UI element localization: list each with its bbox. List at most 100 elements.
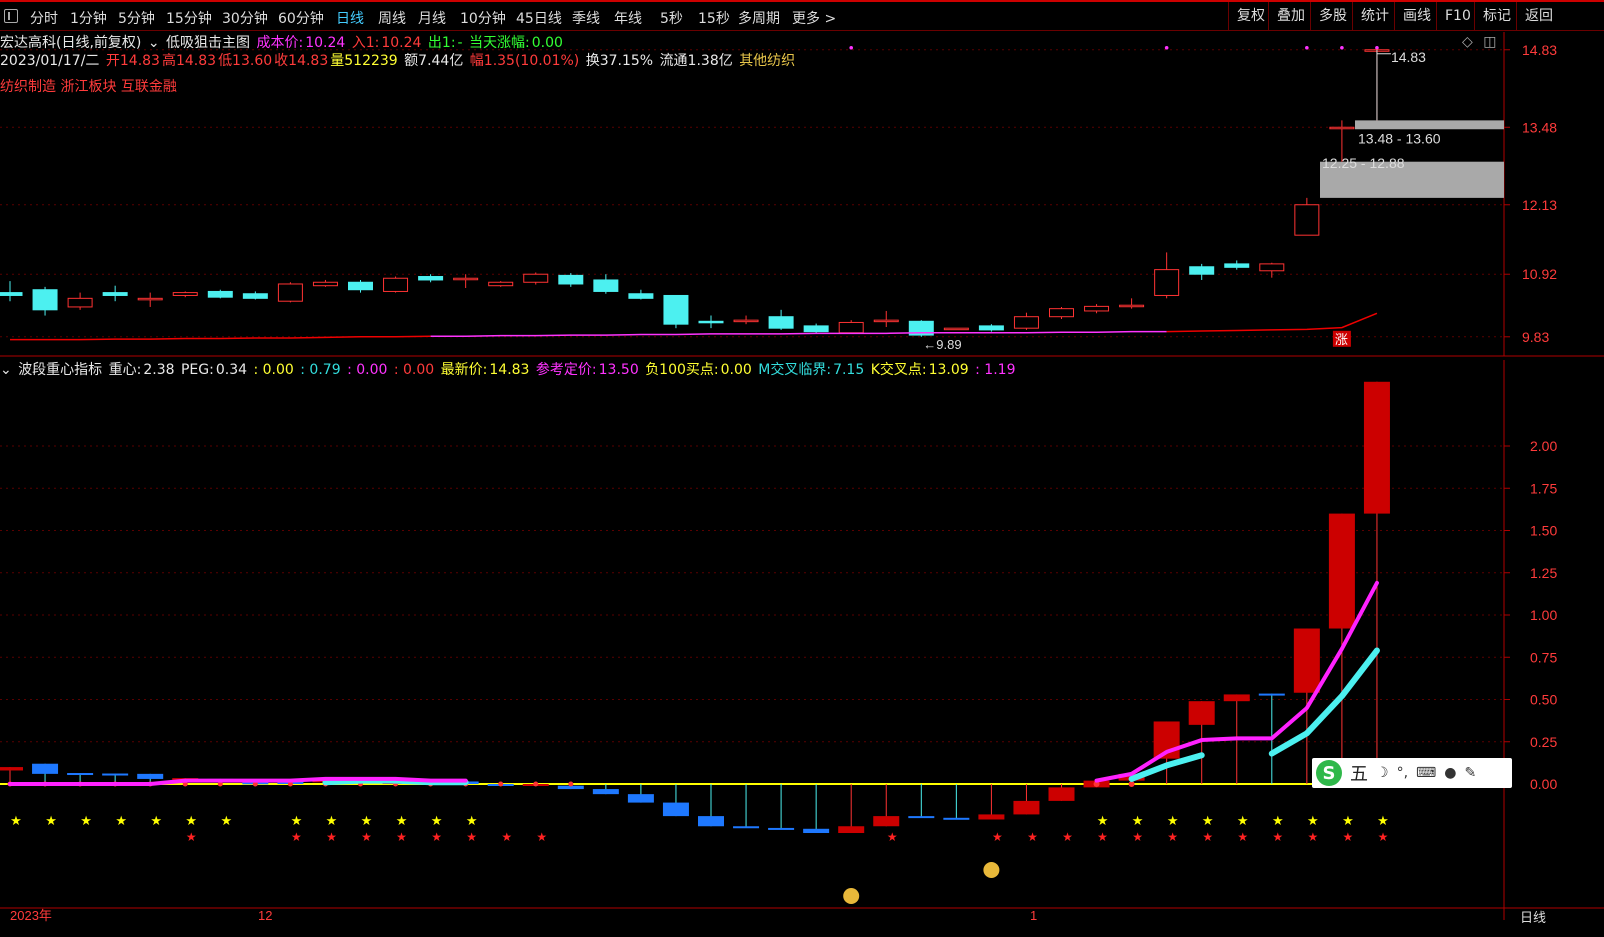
high-mark-label: 14.83 <box>1391 49 1426 65</box>
candle-body <box>1049 308 1074 318</box>
yellow-star-marker: ★ <box>10 814 22 829</box>
ime-toolbar[interactable]: S 五 ☽ °, ⌨ ● ✎ <box>1312 758 1512 788</box>
candle-body <box>733 319 759 323</box>
yellow-star-marker: ★ <box>115 814 127 829</box>
candle-body <box>137 297 163 301</box>
indicator-bar <box>1328 513 1355 629</box>
candle-body <box>663 294 689 325</box>
candle-body <box>768 316 794 329</box>
candle-body <box>698 320 724 324</box>
candlestick-chart[interactable]: 14.83 13.48 12.13 10.92 9.83 13.48 - 13.60 12.… <box>0 0 1604 360</box>
ime-mode[interactable]: 五 <box>1350 760 1368 786</box>
yellow-star-marker: ★ <box>1237 814 1249 829</box>
indicator-bar <box>1188 701 1215 725</box>
red-star-marker: ★ <box>992 830 1003 844</box>
yellow-star-marker: ★ <box>431 814 443 829</box>
candle-body <box>418 276 444 281</box>
red-star-marker: ★ <box>396 830 407 844</box>
red-star-marker: ★ <box>1237 830 1248 844</box>
candle-body <box>488 281 514 287</box>
candle-body <box>67 297 93 308</box>
wrench-icon[interactable]: ✎ <box>1464 765 1476 781</box>
cyan-line <box>1268 647 1380 757</box>
time-label: 12 <box>258 908 272 923</box>
indicator-bar <box>1013 800 1040 815</box>
indicator-bar <box>1293 628 1320 693</box>
punctuation-icon[interactable]: °, <box>1397 765 1408 781</box>
yellow-star-marker: ★ <box>45 814 57 829</box>
indicator-bar <box>1258 693 1285 696</box>
candle-body <box>277 283 303 302</box>
red-star-marker: ★ <box>1167 830 1178 844</box>
candle-body <box>383 277 409 292</box>
indicator-bar <box>592 789 619 795</box>
limit-up-badge: 涨 <box>1335 333 1348 348</box>
money-bag-icon <box>983 862 1000 878</box>
indicator-bar <box>908 816 935 819</box>
time-label: 2023年 <box>10 908 52 923</box>
red-star-marker: ★ <box>326 830 337 844</box>
zero-dot <box>498 781 504 787</box>
yellow-star-marker: ★ <box>1342 814 1354 829</box>
red-star-marker: ★ <box>536 830 547 844</box>
indicator-tick-label: 1.75 <box>1530 480 1557 496</box>
yellow-star-marker: ★ <box>466 814 478 829</box>
yellow-star-marker: ★ <box>326 814 338 829</box>
signal-dot <box>1305 45 1309 50</box>
indicator-bar <box>0 767 23 771</box>
yellow-star-marker: ★ <box>1202 814 1214 829</box>
indicator-chart[interactable]: 2.001.751.501.251.000.750.500.250.00★ ★ ★ ★… <box>0 360 1604 937</box>
red-star-marker: ★ <box>186 830 197 844</box>
candle-body <box>102 292 128 296</box>
keyboard-icon[interactable]: ⌨ <box>1416 765 1436 781</box>
candle-body <box>207 290 233 298</box>
zero-dot <box>533 781 539 787</box>
candle-body <box>32 289 58 311</box>
low-mark-label: ←9.89 <box>923 337 961 352</box>
yellow-star-marker: ★ <box>220 814 232 829</box>
candle-body <box>453 277 479 281</box>
red-star-marker: ★ <box>1378 830 1389 844</box>
candle-body <box>593 279 619 292</box>
red-star-marker: ★ <box>1097 830 1108 844</box>
yellow-star-marker: ★ <box>1167 814 1179 829</box>
user-icon[interactable]: ● <box>1444 765 1456 781</box>
indicator-bar <box>102 773 129 776</box>
candle-body <box>242 293 268 299</box>
indicator-bar <box>1223 694 1250 702</box>
zero-dot <box>568 781 574 787</box>
money-bag-icon <box>843 888 860 904</box>
red-star-marker: ★ <box>501 830 512 844</box>
red-star-marker: ★ <box>1062 830 1073 844</box>
red-star-marker: ★ <box>361 830 372 844</box>
red-star-marker: ★ <box>466 830 477 844</box>
period-label: 日线 <box>1520 910 1546 925</box>
candle-body <box>943 327 969 331</box>
candle-body <box>803 325 829 333</box>
signal-dot <box>1340 45 1344 50</box>
red-star-marker: ★ <box>1272 830 1283 844</box>
candle-body <box>838 321 864 334</box>
indicator-bar <box>1048 787 1075 801</box>
candle-body <box>1154 269 1180 296</box>
price-tick-label: 12.13 <box>1522 197 1557 213</box>
candle-body <box>348 281 373 291</box>
indicator-bar <box>803 828 830 834</box>
ma-line-magenta <box>430 330 1167 337</box>
indicator-bar <box>1363 381 1390 514</box>
price-tick-label: 10.92 <box>1522 266 1557 282</box>
indicator-bar <box>978 814 1005 820</box>
yellow-star-marker: ★ <box>1132 814 1144 829</box>
red-star-marker: ★ <box>1343 830 1354 844</box>
red-star-marker: ★ <box>887 830 898 844</box>
price-tick-label: 14.83 <box>1522 42 1557 58</box>
indicator-bar <box>698 816 724 827</box>
time-label: 1 <box>1030 908 1037 923</box>
yellow-star-marker: ★ <box>1097 814 1109 829</box>
ime-logo-icon[interactable]: S <box>1316 760 1342 786</box>
indicator-bar <box>32 763 59 774</box>
indicator-tick-label: 1.25 <box>1530 565 1557 581</box>
indicator-bar <box>768 827 795 830</box>
moon-icon[interactable]: ☽ <box>1376 765 1389 781</box>
candle-body <box>873 319 899 323</box>
